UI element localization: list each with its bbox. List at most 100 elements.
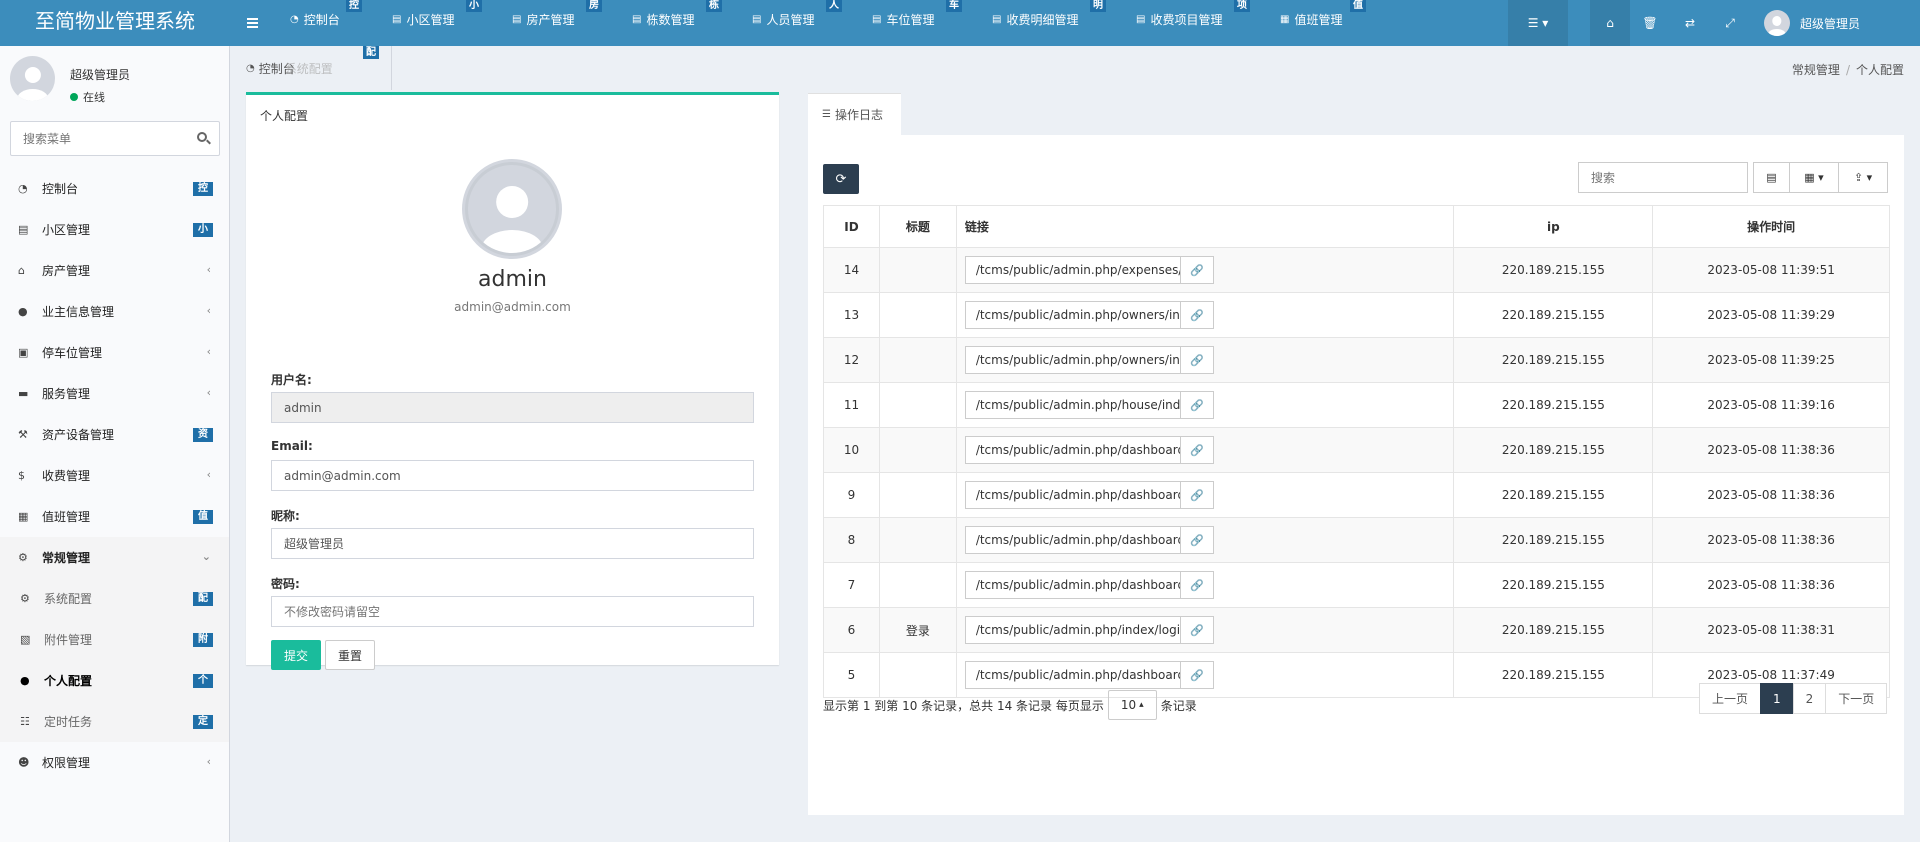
reset-button[interactable]: 重置 [325, 640, 375, 670]
next-page-button[interactable]: 下一页 [1825, 683, 1888, 714]
clear-cache-button[interactable]: 🗑 [1630, 0, 1670, 46]
profile-avatar[interactable] [462, 159, 562, 259]
fullscreen-icon: ⤢ [1725, 15, 1735, 30]
sidebar-item-fees[interactable]: $ 收费管理 ‹ [0, 455, 229, 496]
sidebar-item-community[interactable]: ▤ 小区管理小 [0, 209, 229, 250]
tab-system-config[interactable]: 系统配置 [285, 60, 333, 77]
open-link-button[interactable]: 🔗 [1179, 616, 1214, 644]
url-group: 🔗 [964, 481, 1454, 509]
topnav-item-fee-items[interactable]: ▤ 收费项目管理项 [1118, 0, 1262, 46]
password-field[interactable] [271, 596, 754, 627]
link-icon: 🔗 [1189, 668, 1204, 682]
sidebar-item-assets[interactable]: ⚒ 资产设备管理资 [0, 414, 229, 455]
sidebar-item-parking[interactable]: ▣ 停车位管理 ‹ [0, 332, 229, 373]
url-field[interactable] [964, 616, 1181, 644]
open-link-button[interactable]: 🔗 [1179, 391, 1214, 419]
cell-id: 12 [823, 337, 880, 383]
language-button[interactable]: ⇄ [1670, 0, 1710, 46]
sidebar-item-system-config[interactable]: ⚙ 系统配置配 [0, 578, 229, 619]
cell-url: 🔗 [955, 337, 1455, 383]
app-logo[interactable]: 至简物业管理系统 [0, 0, 230, 46]
topnav-item-duty[interactable]: ▦ 值班管理值 [1262, 0, 1378, 46]
email-field[interactable] [271, 460, 754, 491]
column-header[interactable]: 标题 [878, 205, 957, 248]
cell-time: 2023-05-08 11:38:36 [1652, 427, 1890, 473]
cell-url: 🔗 [955, 427, 1455, 473]
sidebar-menu: ◔ 控制台控 ▤ 小区管理小 ⌂ 房产管理 ‹ ● 业主信息管理 ‹ ▣ 停车位管理 ‹ ▬ 服务… [0, 168, 229, 783]
page-button-1[interactable]: 1 [1760, 683, 1794, 714]
url-group: 🔗 [964, 526, 1454, 554]
topnav-item-building[interactable]: ▤ 栋数管理栋 [614, 0, 734, 46]
topnav-badge: 车 [946, 0, 962, 12]
column-header[interactable]: 链接 [955, 205, 1455, 248]
open-link-button[interactable]: 🔗 [1179, 526, 1214, 554]
url-field[interactable] [964, 346, 1181, 374]
sidebar-item-general[interactable]: ⚙ 常规管理 ⌄ [0, 537, 229, 578]
nickname-field[interactable] [271, 528, 754, 559]
search-icon[interactable] [197, 132, 207, 142]
url-field[interactable] [964, 391, 1181, 419]
page-size-dropdown[interactable]: 10 ▴ [1107, 690, 1157, 720]
user-menu[interactable]: 超级管理员 [1750, 10, 1860, 36]
menu-badge: 个 [193, 674, 213, 688]
url-field[interactable] [964, 571, 1181, 599]
cell-title [878, 292, 957, 338]
submit-button[interactable]: 提交 [271, 640, 321, 670]
url-field[interactable] [964, 481, 1181, 509]
sidebar-toggle-button[interactable] [232, 0, 272, 46]
topnav-item-parking[interactable]: ▤ 车位管理车 [854, 0, 974, 46]
topnav-item-community[interactable]: ▤ 小区管理小 [374, 0, 494, 46]
url-field[interactable] [964, 526, 1181, 554]
export-button[interactable]: ⇪ ▾ [1838, 162, 1888, 193]
fullscreen-button[interactable]: ⤢ [1710, 0, 1750, 46]
cell-url: 🔗 [955, 472, 1455, 518]
url-field[interactable] [964, 661, 1181, 689]
chevron-left-icon: ‹ [206, 386, 211, 399]
tab-dashboard[interactable]: ◔ 控制台 系统配置 配 [230, 46, 392, 90]
topnav-item-property[interactable]: ▤ 房产管理房 [494, 0, 614, 46]
refresh-button[interactable]: ⟳ [823, 164, 859, 194]
sidebar-item-duty[interactable]: ▦ 值班管理值 [0, 496, 229, 537]
sidebar-item-dashboard[interactable]: ◔ 控制台控 [0, 168, 229, 209]
url-group: 🔗 [964, 346, 1454, 374]
column-header[interactable]: ID [823, 205, 880, 248]
sidebar-item-attachments[interactable]: ▧ 附件管理附 [0, 619, 229, 660]
columns-button[interactable]: ▦ ▾ [1789, 162, 1839, 193]
url-field[interactable] [964, 301, 1181, 329]
column-header[interactable]: ip [1453, 205, 1654, 248]
export-icon: ⇪ ▾ [1853, 171, 1873, 184]
sidebar-item-service[interactable]: ▬ 服务管理 ‹ [0, 373, 229, 414]
sidebar-item-profile[interactable]: ● 个人配置个 [0, 660, 229, 701]
column-header[interactable]: 操作时间 [1652, 205, 1890, 248]
open-link-button[interactable]: 🔗 [1179, 481, 1214, 509]
prev-page-button[interactable]: 上一页 [1699, 683, 1762, 714]
open-link-button[interactable]: 🔗 [1179, 256, 1214, 284]
url-field[interactable] [964, 436, 1181, 464]
sidebar-user-name: 超级管理员 [70, 68, 131, 82]
sidebar-user-panel: 超级管理员 在线 [10, 56, 220, 106]
more-menu-button[interactable]: ☰ ▾ [1508, 0, 1568, 46]
cell-ip: 220.189.215.155 [1453, 472, 1654, 518]
page-button-2[interactable]: 2 [1792, 683, 1827, 714]
breadcrumb-item[interactable]: 常规管理 [1792, 63, 1840, 77]
sidebar-item-cron[interactable]: ☷ 定时任务定 [0, 701, 229, 742]
url-field[interactable] [964, 256, 1181, 284]
topnav-item-dashboard[interactable]: ◔ 控制台控 [272, 0, 374, 46]
sidebar-item-auth[interactable]: ☻ 权限管理 ‹ [0, 742, 229, 783]
menu-search-input[interactable] [11, 122, 181, 155]
open-link-button[interactable]: 🔗 [1179, 571, 1214, 599]
topnav-item-fee-details[interactable]: ▤ 收费明细管理明 [974, 0, 1118, 46]
tab-operation-log[interactable]: ☰ 操作日志 [808, 93, 901, 135]
cell-title [878, 472, 957, 518]
open-link-button[interactable]: 🔗 [1179, 301, 1214, 329]
sidebar-item-property[interactable]: ⌂ 房产管理 ‹ [0, 250, 229, 291]
toggle-view-button[interactable]: ▤ [1753, 162, 1790, 193]
sidebar-item-owners[interactable]: ● 业主信息管理 ‹ [0, 291, 229, 332]
open-link-button[interactable]: 🔗 [1179, 436, 1214, 464]
table-search-input[interactable] [1578, 162, 1748, 193]
top-nav-menu: ◔ 控制台控 ▤ 小区管理小 ▤ 房产管理房 ▤ 栋数管理栋 ▤ 人员管理人 ▤ 车位管理车… [272, 0, 1378, 46]
home-button[interactable]: ⌂ [1590, 0, 1630, 46]
open-link-button[interactable]: 🔗 [1179, 346, 1214, 374]
open-link-button[interactable]: 🔗 [1179, 661, 1214, 689]
topnav-item-personnel[interactable]: ▤ 人员管理人 [734, 0, 854, 46]
